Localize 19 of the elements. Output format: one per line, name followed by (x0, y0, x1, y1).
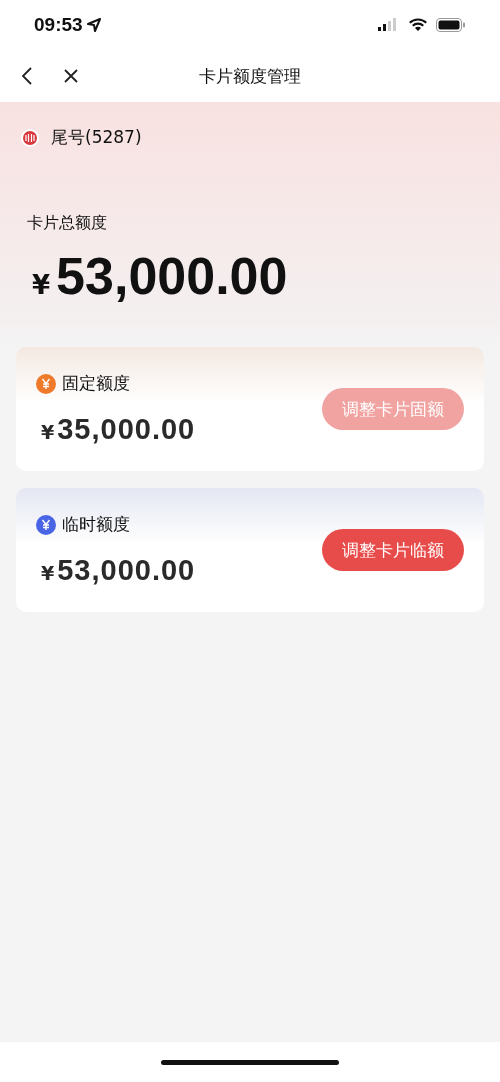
close-icon (63, 68, 79, 84)
currency-symbol: ¥ (32, 270, 51, 300)
limit-title: 固定额度 (62, 372, 130, 395)
adjust-limit-button[interactable]: 调整卡片临额 (322, 529, 464, 571)
limit-amount: 53,000.00 (57, 554, 196, 587)
currency-symbol: ¥ (41, 421, 55, 443)
bank-logo-icon (21, 128, 39, 147)
wifi-icon (408, 18, 428, 32)
location-icon (86, 18, 101, 32)
total-limit-label: 卡片总额度 (27, 213, 108, 234)
total-limit-amount: 53,000.00 (56, 246, 288, 306)
page-title: 卡片额度管理 (199, 64, 301, 88)
card-tail-number: 尾号(5287) (51, 126, 142, 149)
currency-symbol: ¥ (41, 562, 55, 584)
battery-icon (436, 18, 466, 32)
limit-title: 临时额度 (62, 513, 130, 536)
status-time: 09:53 (34, 14, 101, 36)
back-icon (21, 67, 33, 85)
limit-amount: 35,000.00 (57, 413, 196, 446)
